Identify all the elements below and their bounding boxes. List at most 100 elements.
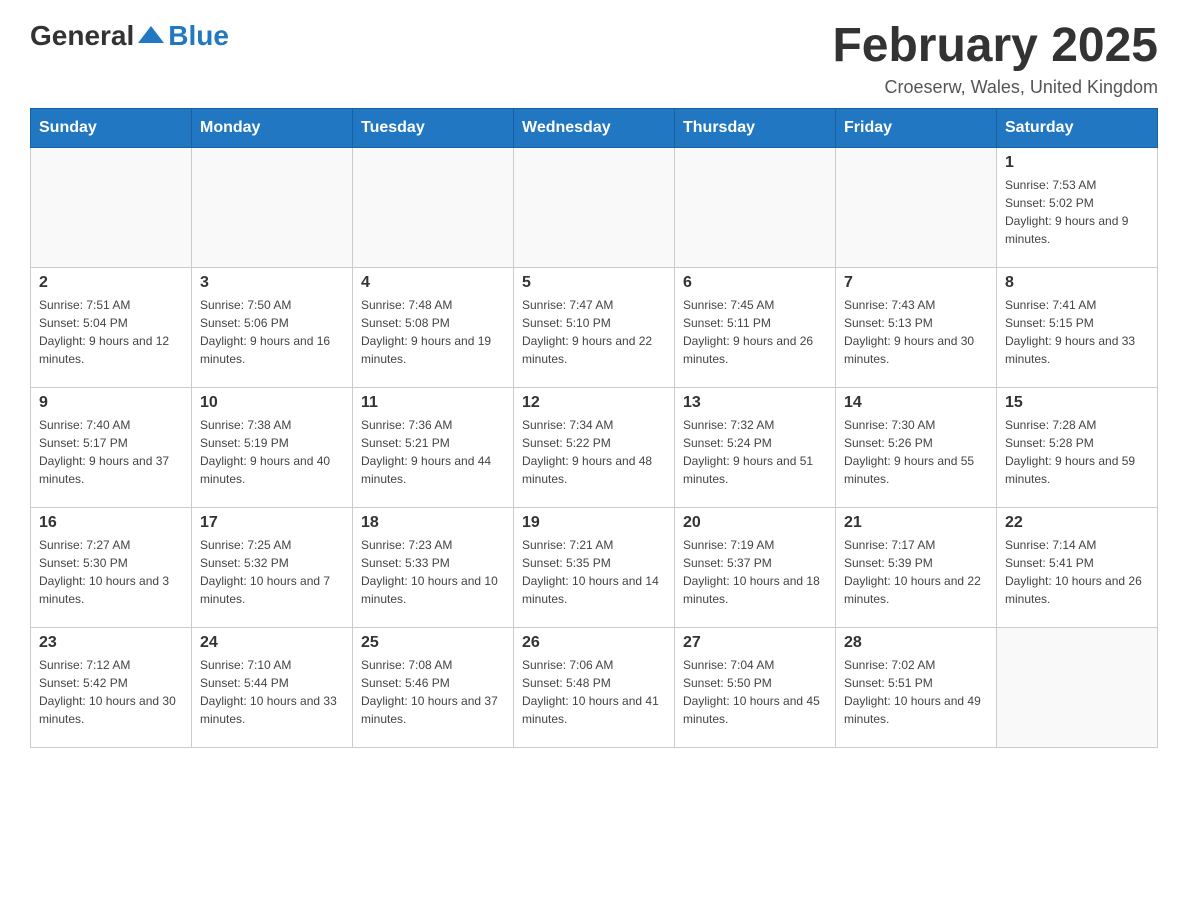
calendar-cell: 1Sunrise: 7:53 AMSunset: 5:02 PMDaylight… [997, 147, 1158, 267]
calendar-cell: 23 Sunrise: 7:12 AMSunset: 5:42 PMDayligh… [31, 627, 192, 747]
day-info: Sunrise: 7:21 AMSunset: 5:35 PMDaylight:… [522, 536, 666, 608]
day-number: 13 [683, 394, 827, 412]
day-info: Sunrise: 7:48 AMSunset: 5:08 PMDaylight:… [361, 296, 505, 368]
day-info: Sunrise: 7:32 AMSunset: 5:24 PMDaylight:… [683, 416, 827, 488]
calendar-cell: 3Sunrise: 7:50 AMSunset: 5:06 PMDaylight… [192, 267, 353, 387]
calendar-cell: 21 Sunrise: 7:17 AMSunset: 5:39 PMDayligh… [836, 507, 997, 627]
day-info: Sunrise: 7:47 AMSunset: 5:10 PMDaylight:… [522, 296, 666, 368]
day-number: 5 [522, 274, 666, 292]
calendar-header-row: SundayMondayTuesdayWednesdayThursdayFrid… [31, 108, 1158, 147]
location-subtitle: Croeserw, Wales, United Kingdom [832, 77, 1158, 98]
day-number: 28 [844, 634, 988, 652]
calendar-cell: 20 Sunrise: 7:19 AMSunset: 5:37 PMDayligh… [675, 507, 836, 627]
weekday-header: Wednesday [514, 108, 675, 147]
day-info: Sunrise: 7:45 AMSunset: 5:11 PMDaylight:… [683, 296, 827, 368]
calendar-cell [836, 147, 997, 267]
day-info: Sunrise: 7:14 AMSunset: 5:41 PMDaylight:… [1005, 536, 1149, 608]
day-number: 4 [361, 274, 505, 292]
day-info: Sunrise: 7:19 AMSunset: 5:37 PMDaylight:… [683, 536, 827, 608]
day-number: 6 [683, 274, 827, 292]
calendar-cell: 11 Sunrise: 7:36 AMSunset: 5:21 PMDayligh… [353, 387, 514, 507]
calendar-cell: 27Sunrise: 7:04 AMSunset: 5:50 PMDayligh… [675, 627, 836, 747]
day-info: Sunrise: 7:36 AMSunset: 5:21 PMDaylight:… [361, 416, 505, 488]
day-number: 2 [39, 274, 183, 292]
calendar-week-row: 16 Sunrise: 7:27 AMSunset: 5:30 PMDayligh… [31, 507, 1158, 627]
day-number: 25 [361, 634, 505, 652]
calendar-cell: 7 Sunrise: 7:43 AMSunset: 5:13 PMDaylight… [836, 267, 997, 387]
calendar-table: SundayMondayTuesdayWednesdayThursdayFrid… [30, 108, 1158, 748]
day-number: 24 [200, 634, 344, 652]
day-number: 22 [1005, 514, 1149, 532]
calendar-cell: 28Sunrise: 7:02 AMSunset: 5:51 PMDayligh… [836, 627, 997, 747]
calendar-cell: 10 Sunrise: 7:38 AMSunset: 5:19 PMDayligh… [192, 387, 353, 507]
calendar-cell [353, 147, 514, 267]
day-info: Sunrise: 7:51 AMSunset: 5:04 PMDaylight:… [39, 296, 183, 368]
weekday-header: Sunday [31, 108, 192, 147]
title-area: February 2025 Croeserw, Wales, United Ki… [832, 20, 1158, 98]
weekday-header: Friday [836, 108, 997, 147]
day-info: Sunrise: 7:28 AMSunset: 5:28 PMDaylight:… [1005, 416, 1149, 488]
day-info: Sunrise: 7:53 AMSunset: 5:02 PMDaylight:… [1005, 176, 1149, 248]
weekday-header: Tuesday [353, 108, 514, 147]
day-number: 27 [683, 634, 827, 652]
day-info: Sunrise: 7:10 AMSunset: 5:44 PMDaylight:… [200, 656, 344, 728]
calendar-week-row: 2 Sunrise: 7:51 AMSunset: 5:04 PMDaylight… [31, 267, 1158, 387]
day-number: 23 [39, 634, 183, 652]
day-number: 26 [522, 634, 666, 652]
day-info: Sunrise: 7:12 AMSunset: 5:42 PMDaylight:… [39, 656, 183, 728]
calendar-cell: 6 Sunrise: 7:45 AMSunset: 5:11 PMDaylight… [675, 267, 836, 387]
day-info: Sunrise: 7:27 AMSunset: 5:30 PMDaylight:… [39, 536, 183, 608]
day-number: 11 [361, 394, 505, 412]
calendar-cell: 4 Sunrise: 7:48 AMSunset: 5:08 PMDaylight… [353, 267, 514, 387]
month-year-title: February 2025 [832, 20, 1158, 73]
calendar-cell: 14Sunrise: 7:30 AMSunset: 5:26 PMDayligh… [836, 387, 997, 507]
logo: General Blue [30, 20, 229, 52]
day-info: Sunrise: 7:43 AMSunset: 5:13 PMDaylight:… [844, 296, 988, 368]
calendar-week-row: 23 Sunrise: 7:12 AMSunset: 5:42 PMDayligh… [31, 627, 1158, 747]
day-number: 15 [1005, 394, 1149, 412]
day-info: Sunrise: 7:38 AMSunset: 5:19 PMDaylight:… [200, 416, 344, 488]
weekday-header: Saturday [997, 108, 1158, 147]
calendar-cell [192, 147, 353, 267]
day-info: Sunrise: 7:08 AMSunset: 5:46 PMDaylight:… [361, 656, 505, 728]
calendar-body: 1Sunrise: 7:53 AMSunset: 5:02 PMDaylight… [31, 147, 1158, 747]
day-info: Sunrise: 7:23 AMSunset: 5:33 PMDaylight:… [361, 536, 505, 608]
day-number: 21 [844, 514, 988, 532]
day-info: Sunrise: 7:40 AMSunset: 5:17 PMDaylight:… [39, 416, 183, 488]
weekday-header: Thursday [675, 108, 836, 147]
day-number: 10 [200, 394, 344, 412]
day-info: Sunrise: 7:50 AMSunset: 5:06 PMDaylight:… [200, 296, 344, 368]
calendar-cell [514, 147, 675, 267]
day-info: Sunrise: 7:25 AMSunset: 5:32 PMDaylight:… [200, 536, 344, 608]
calendar-cell: 13 Sunrise: 7:32 AMSunset: 5:24 PMDayligh… [675, 387, 836, 507]
day-number: 17 [200, 514, 344, 532]
day-info: Sunrise: 7:06 AMSunset: 5:48 PMDaylight:… [522, 656, 666, 728]
calendar-cell: 24 Sunrise: 7:10 AMSunset: 5:44 PMDayligh… [192, 627, 353, 747]
day-number: 18 [361, 514, 505, 532]
day-number: 7 [844, 274, 988, 292]
calendar-cell [675, 147, 836, 267]
day-number: 8 [1005, 274, 1149, 292]
calendar-cell: 12 Sunrise: 7:34 AMSunset: 5:22 PMDayligh… [514, 387, 675, 507]
calendar-cell: 2 Sunrise: 7:51 AMSunset: 5:04 PMDaylight… [31, 267, 192, 387]
calendar-cell: 18 Sunrise: 7:23 AMSunset: 5:33 PMDayligh… [353, 507, 514, 627]
calendar-cell [997, 627, 1158, 747]
calendar-cell: 16 Sunrise: 7:27 AMSunset: 5:30 PMDayligh… [31, 507, 192, 627]
day-info: Sunrise: 7:17 AMSunset: 5:39 PMDaylight:… [844, 536, 988, 608]
calendar-week-row: 1Sunrise: 7:53 AMSunset: 5:02 PMDaylight… [31, 147, 1158, 267]
day-number: 20 [683, 514, 827, 532]
logo-icon [136, 21, 166, 51]
calendar-cell: 15 Sunrise: 7:28 AMSunset: 5:28 PMDayligh… [997, 387, 1158, 507]
calendar-cell: 17 Sunrise: 7:25 AMSunset: 5:32 PMDayligh… [192, 507, 353, 627]
calendar-cell: 8 Sunrise: 7:41 AMSunset: 5:15 PMDaylight… [997, 267, 1158, 387]
calendar-cell: 5 Sunrise: 7:47 AMSunset: 5:10 PMDaylight… [514, 267, 675, 387]
day-number: 16 [39, 514, 183, 532]
logo-text-blue: Blue [168, 20, 229, 52]
calendar-cell: 22 Sunrise: 7:14 AMSunset: 5:41 PMDayligh… [997, 507, 1158, 627]
day-info: Sunrise: 7:34 AMSunset: 5:22 PMDaylight:… [522, 416, 666, 488]
day-number: 19 [522, 514, 666, 532]
calendar-cell: 19 Sunrise: 7:21 AMSunset: 5:35 PMDayligh… [514, 507, 675, 627]
weekday-header: Monday [192, 108, 353, 147]
day-info: Sunrise: 7:41 AMSunset: 5:15 PMDaylight:… [1005, 296, 1149, 368]
day-number: 12 [522, 394, 666, 412]
